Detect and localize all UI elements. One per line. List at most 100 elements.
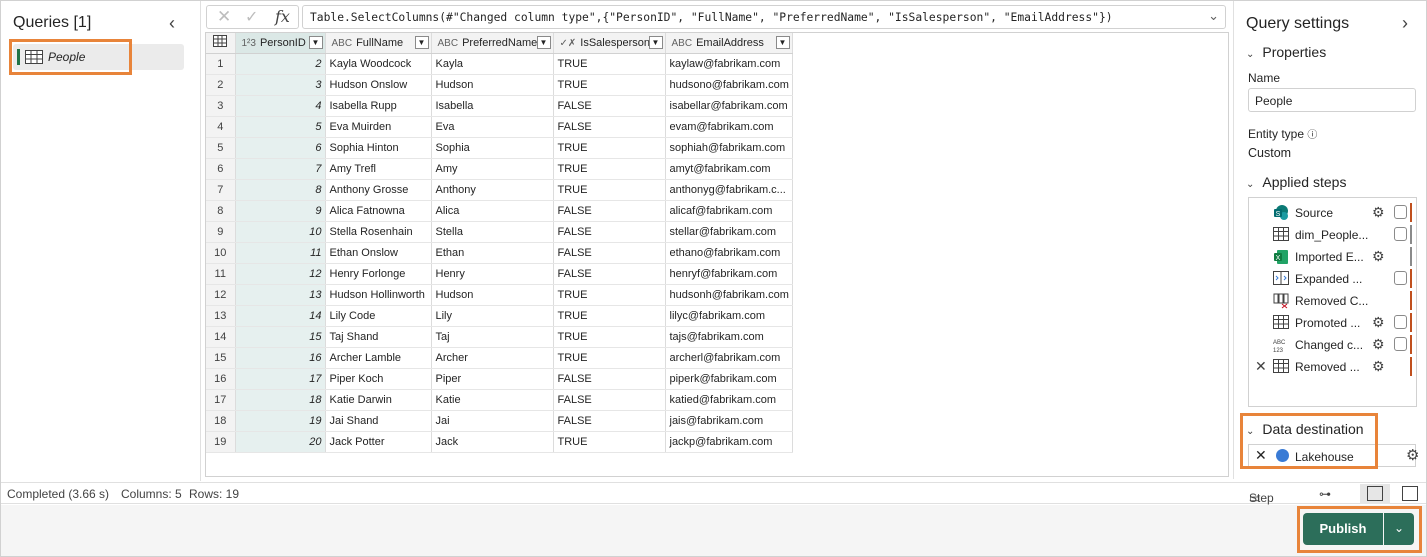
applied-step[interactable]: S Source ⚙: [1249, 202, 1416, 224]
cell-personid[interactable]: 15: [235, 326, 326, 348]
cell-emailaddress[interactable]: tajs@fabrikam.com: [665, 326, 793, 348]
applied-steps-section[interactable]: ⌄ Applied steps: [1246, 174, 1346, 190]
cell-preferredname[interactable]: Eva: [431, 116, 554, 138]
table-row[interactable]: 11 12 Henry Forlonge Henry FALSE henryf@fabri…: [206, 263, 793, 285]
cell-personid[interactable]: 13: [235, 284, 326, 306]
destination-settings-gear-icon[interactable]: ⚙: [1406, 446, 1419, 464]
cell-emailaddress[interactable]: kaylaw@fabrikam.com: [665, 53, 793, 75]
cell-emailaddress[interactable]: archerl@fabrikam.com: [665, 347, 793, 369]
cell-issalesperson[interactable]: TRUE: [553, 53, 666, 75]
cell-issalesperson[interactable]: TRUE: [553, 431, 666, 453]
table-row[interactable]: 19 20 Jack Potter Jack TRUE jackp@fabrikam.co…: [206, 431, 793, 453]
text-type-icon[interactable]: ABC: [672, 38, 693, 49]
cell-fullname[interactable]: Ethan Onslow: [325, 242, 432, 264]
table-row[interactable]: 5 6 Sophia Hinton Sophia TRUE sophiah@fabrika…: [206, 137, 793, 159]
cell-fullname[interactable]: Taj Shand: [325, 326, 432, 348]
table-row[interactable]: 9 10 Stella Rosenhain Stella FALSE stellar@fa…: [206, 221, 793, 243]
cell-preferredname[interactable]: Hudson: [431, 284, 554, 306]
cell-issalesperson[interactable]: FALSE: [553, 410, 666, 432]
cell-fullname[interactable]: Sophia Hinton: [325, 137, 432, 159]
cell-personid[interactable]: 18: [235, 389, 326, 411]
cell-preferredname[interactable]: Alica: [431, 200, 554, 222]
column-filter-dropdown[interactable]: ▼: [648, 36, 663, 49]
table-row[interactable]: 12 13 Hudson Hollinworth Hudson TRUE hudsonh@…: [206, 284, 793, 306]
column-filter-dropdown[interactable]: ▼: [414, 36, 429, 49]
step-settings-gear-icon[interactable]: ⚙: [1372, 248, 1385, 265]
table-row[interactable]: 13 14 Lily Code Lily TRUE lilyc@fabrikam.com: [206, 305, 793, 327]
properties-section[interactable]: ⌄ Properties: [1246, 44, 1326, 60]
cell-personid[interactable]: 12: [235, 263, 326, 285]
cell-issalesperson[interactable]: FALSE: [553, 263, 666, 285]
info-icon[interactable]: ⓘ: [1307, 130, 1317, 141]
cell-personid[interactable]: 9: [235, 200, 326, 222]
cell-preferredname[interactable]: Taj: [431, 326, 554, 348]
cell-issalesperson[interactable]: FALSE: [553, 368, 666, 390]
table-row[interactable]: 6 7 Amy Trefl Amy TRUE amyt@fabrikam.com: [206, 158, 793, 180]
cell-fullname[interactable]: Archer Lamble: [325, 347, 432, 369]
cell-emailaddress[interactable]: lilyc@fabrikam.com: [665, 305, 793, 327]
cell-personid[interactable]: 11: [235, 242, 326, 264]
cell-personid[interactable]: 2: [235, 53, 326, 75]
applied-step[interactable]: ABC 123 Changed c... ⚙: [1249, 334, 1416, 356]
cell-preferredname[interactable]: Amy: [431, 158, 554, 180]
cell-emailaddress[interactable]: anthonyg@fabrikam.c...: [665, 179, 793, 201]
cell-preferredname[interactable]: Kayla: [431, 53, 554, 75]
cell-emailaddress[interactable]: ethano@fabrikam.com: [665, 242, 793, 264]
commit-icon[interactable]: ✓: [245, 7, 258, 27]
collapse-queries-icon[interactable]: ‹: [169, 13, 175, 34]
cell-emailaddress[interactable]: alicaf@fabrikam.com: [665, 200, 793, 222]
cell-personid[interactable]: 3: [235, 74, 326, 96]
cell-issalesperson[interactable]: FALSE: [553, 200, 666, 222]
column-filter-dropdown[interactable]: ▼: [775, 36, 790, 49]
table-row[interactable]: 15 16 Archer Lamble Archer TRUE archerl@fabri…: [206, 347, 793, 369]
cell-fullname[interactable]: Katie Darwin: [325, 389, 432, 411]
cell-fullname[interactable]: Kayla Woodcock: [325, 53, 432, 75]
cell-preferredname[interactable]: Stella: [431, 221, 554, 243]
cell-personid[interactable]: 6: [235, 137, 326, 159]
collapse-settings-icon[interactable]: ›: [1402, 13, 1408, 34]
table-row[interactable]: 1 2 Kayla Woodcock Kayla TRUE kaylaw@fabrikam…: [206, 53, 793, 75]
cell-issalesperson[interactable]: FALSE: [553, 95, 666, 117]
whole-number-type-icon[interactable]: 1²3: [242, 38, 256, 49]
cell-personid[interactable]: 5: [235, 116, 326, 138]
cell-personid[interactable]: 20: [235, 431, 326, 453]
table-row[interactable]: 10 11 Ethan Onslow Ethan FALSE ethano@fabrika…: [206, 242, 793, 264]
fx-icon[interactable]: fx: [275, 7, 290, 26]
applied-step[interactable]: ✕ Removed ... ⚙: [1249, 356, 1416, 378]
text-type-icon[interactable]: ABC: [332, 38, 353, 49]
cell-fullname[interactable]: Jai Shand: [325, 410, 432, 432]
cell-emailaddress[interactable]: hudsonh@fabrikam.com: [665, 284, 793, 306]
cell-preferredname[interactable]: Isabella: [431, 95, 554, 117]
cell-personid[interactable]: 19: [235, 410, 326, 432]
table-row[interactable]: 4 5 Eva Muirden Eva FALSE evam@fabrikam.com: [206, 116, 793, 138]
cell-issalesperson[interactable]: FALSE: [553, 221, 666, 243]
applied-step[interactable]: Promoted ... ⚙: [1249, 312, 1416, 334]
table-row[interactable]: 8 9 Alica Fatnowna Alica FALSE alicaf@fabrika…: [206, 200, 793, 222]
table-row[interactable]: 17 18 Katie Darwin Katie FALSE katied@fabrika…: [206, 389, 793, 411]
column-filter-dropdown[interactable]: ▼: [308, 36, 323, 49]
column-header-personid[interactable]: 1²3 PersonID ▼: [235, 33, 326, 54]
chevron-down-icon[interactable]: ⌄: [1246, 49, 1254, 60]
cell-issalesperson[interactable]: TRUE: [553, 326, 666, 348]
cell-preferredname[interactable]: Lily: [431, 305, 554, 327]
cell-emailaddress[interactable]: jackp@fabrikam.com: [665, 431, 793, 453]
cell-fullname[interactable]: Hudson Hollinworth: [325, 284, 432, 306]
step-settings-gear-icon[interactable]: ⚙: [1372, 358, 1385, 375]
applied-step[interactable]: X Imported E... ⚙: [1249, 246, 1416, 268]
cell-issalesperson[interactable]: TRUE: [553, 347, 666, 369]
cell-personid[interactable]: 16: [235, 347, 326, 369]
cell-personid[interactable]: 17: [235, 368, 326, 390]
formula-bar[interactable]: Table.SelectColumns(#"Changed column typ…: [302, 5, 1226, 29]
cell-preferredname[interactable]: Archer: [431, 347, 554, 369]
cell-issalesperson[interactable]: TRUE: [553, 179, 666, 201]
cell-preferredname[interactable]: Piper: [431, 368, 554, 390]
cell-issalesperson[interactable]: TRUE: [553, 158, 666, 180]
table-row[interactable]: 3 4 Isabella Rupp Isabella FALSE isabellar@fa…: [206, 95, 793, 117]
cell-emailaddress[interactable]: henryf@fabrikam.com: [665, 263, 793, 285]
cancel-icon[interactable]: ✕: [217, 7, 231, 27]
column-header-issalesperson[interactable]: ✓✗ IsSalesperson ▼: [553, 33, 666, 54]
cell-fullname[interactable]: Stella Rosenhain: [325, 221, 432, 243]
table-row[interactable]: 2 3 Hudson Onslow Hudson TRUE hudsono@fabrika…: [206, 74, 793, 96]
cell-emailaddress[interactable]: jais@fabrikam.com: [665, 410, 793, 432]
cell-issalesperson[interactable]: TRUE: [553, 137, 666, 159]
